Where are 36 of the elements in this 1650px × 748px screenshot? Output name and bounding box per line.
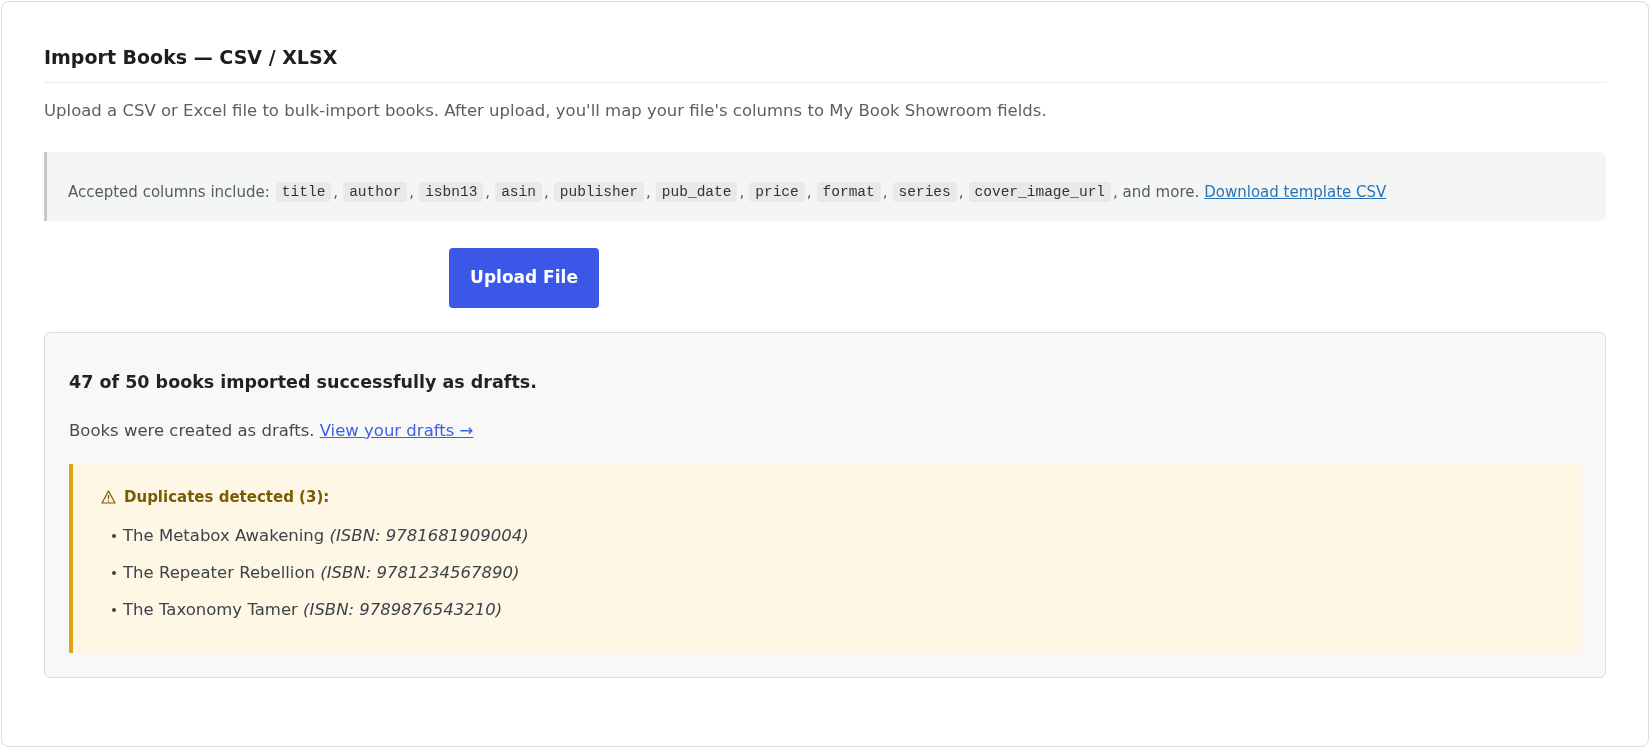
- separator-text: ,: [543, 182, 549, 203]
- separator-text: ,: [806, 182, 812, 203]
- duplicate-book-text: The Taxonomy Tamer (ISBN: 9789876543210): [123, 599, 503, 621]
- column-code-tag: cover_image_url: [968, 182, 1112, 202]
- download-template-link[interactable]: Download template CSV: [1204, 180, 1387, 204]
- column-code-tag: format: [816, 182, 881, 202]
- separator-text: ,: [333, 182, 339, 203]
- duplicate-book-text: The Repeater Rebellion (ISBN: 9781234567890): [123, 562, 520, 584]
- description-text: Upload a CSV or Excel file to bulk-import books. After upload, you'll map your file's columns to My Book Showroom fields.: [44, 100, 1047, 122]
- separator-text: ,: [739, 182, 745, 203]
- view-drafts-link[interactable]: View your drafts →: [319, 419, 474, 443]
- bullet-icon: [112, 534, 116, 538]
- column-code-tag: author: [343, 182, 408, 202]
- separator-text: , and more.: [1113, 182, 1200, 203]
- separator-text: ,: [958, 182, 964, 203]
- separator-text: ,: [409, 182, 415, 203]
- drafts-note-text: Books were created as drafts.: [69, 420, 315, 442]
- separator-text: ,: [882, 182, 888, 203]
- bullet-icon: [112, 571, 116, 575]
- page-title: Import Books — CSV / XLSX: [44, 45, 338, 70]
- column-code-tag: pub_date: [655, 182, 738, 202]
- accepted-columns-label: Accepted columns include:: [68, 182, 270, 203]
- separator-text: ,: [485, 182, 491, 203]
- column-code-tag: series: [892, 182, 957, 202]
- warning-icon: [101, 490, 116, 504]
- column-code-tag: isbn13: [419, 182, 484, 202]
- bullet-icon: [112, 608, 116, 612]
- duplicate-book-text: The Metabox Awakening (ISBN: 9781681909004): [123, 525, 529, 547]
- column-code-tag: publisher: [553, 182, 645, 202]
- separator-text: ,: [646, 182, 651, 203]
- column-code-tag: asin: [495, 182, 542, 202]
- import-summary-text: 47 of 50 books imported successfully as drafts.: [69, 371, 537, 394]
- upload-file-button[interactable]: Upload File: [449, 248, 599, 308]
- column-code-tag: price: [749, 182, 805, 202]
- column-code-tag: title: [275, 182, 332, 202]
- duplicates-heading: Duplicates detected (3):: [124, 487, 330, 508]
